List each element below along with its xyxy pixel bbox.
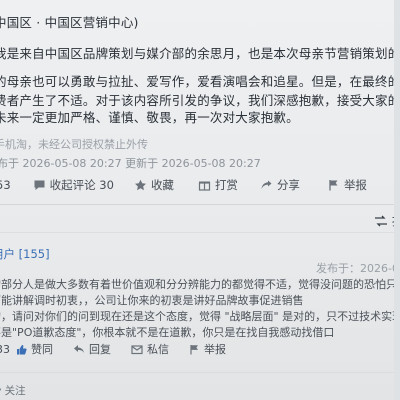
- comment-like-button[interactable]: 33 赞同: [0, 341, 53, 357]
- reply-label: 回复: [89, 343, 111, 356]
- comment-like-count: 33: [0, 342, 10, 356]
- comment-line-1: 的部分人是做大多数有着世价值观和分分辨能力的都觉得不适，觉得没问题的恐怕只有极端…: [0, 278, 400, 291]
- right-edge-panel: [394, 0, 400, 400]
- forum-screen: 中国区 · 中国区营销中心) 我是来自中国区品牌策划与媒介部的余思月，也是本次母…: [0, 0, 400, 400]
- share-label: 分享: [276, 178, 300, 192]
- comment-action-bar: 33 赞同 回复 私信 举报: [0, 341, 246, 357]
- sort-icon: [374, 215, 387, 226]
- post-line-2: 的母亲也可以勇敢与拉扯、爱写作，爱看演唱会和追星。但是，在最终的呈现上，由于缺乏…: [0, 74, 400, 89]
- message-label: 私信: [147, 343, 169, 356]
- flag-icon: [190, 344, 198, 354]
- favorite-label: 收藏: [150, 178, 174, 192]
- comment-line-3: 的，请问对你们的问到现在还是这个态度，觉得 "战略层面" 是对的，只不过技术实现…: [0, 310, 400, 323]
- like-button[interactable]: 53: [0, 178, 11, 192]
- follow-button[interactable]: ▾ 关注: [0, 383, 26, 398]
- report-label: 举报: [343, 178, 367, 192]
- post-action-bar: 53 收起评论 30 收藏 打赏 分享: [0, 176, 381, 194]
- mail-icon: [131, 344, 143, 354]
- reply-icon: [74, 344, 84, 353]
- reward-button[interactable]: 打赏: [198, 177, 238, 193]
- thumbs-up-icon: [17, 344, 27, 354]
- post-divider: [0, 204, 400, 205]
- comment-divider: [0, 372, 400, 373]
- commenter-name[interactable]: 用户 [155]: [0, 246, 50, 262]
- comment-icon: [34, 180, 45, 190]
- report-button[interactable]: 举报: [328, 177, 367, 193]
- share-icon: [261, 180, 272, 189]
- share-button[interactable]: 分享: [260, 177, 300, 193]
- comment-report-button[interactable]: 举报: [189, 341, 226, 357]
- comments-divider: [0, 232, 400, 233]
- favorite-button[interactable]: 收藏: [134, 177, 174, 193]
- copyright-note: 手机淘，未经公司授权禁止外传: [0, 138, 148, 151]
- author-dept-line: 中国区 · 中国区营销中心): [0, 15, 139, 30]
- post-line-4: 未来一定更加严格、谨慎、敬畏，再一次对大家抱歉。: [0, 110, 299, 125]
- like-count: 53: [0, 178, 11, 192]
- post-line-1: 我是来自中国区品牌策划与媒介部的余思月，也是本次母亲节营销策划的负责人。我们策划…: [0, 46, 400, 61]
- collapse-comments-button[interactable]: 收起评论 30: [33, 177, 114, 193]
- star-icon: [134, 179, 146, 191]
- reply-button[interactable]: 回复: [73, 341, 111, 357]
- reward-label: 打赏: [214, 178, 238, 192]
- comment-report-label: 举报: [204, 343, 226, 356]
- follow-label: 关注: [4, 385, 26, 397]
- comment-date: 发布于：2026-05: [316, 262, 400, 275]
- comment-line-2: 可能讲解调时初衷，，公司让你来的初衷是讲好品牌故事促进销售: [0, 294, 304, 307]
- post-timestamps: 发布于 2026-05-08 20:27 更新于 2026-05-08 20:2…: [0, 157, 261, 170]
- message-button[interactable]: 私信: [131, 341, 169, 357]
- flag-icon: [329, 180, 338, 191]
- agree-label: 赞同: [31, 343, 53, 356]
- gift-icon: [198, 181, 211, 191]
- comment-line-4: 不是"PO道歉态度"，你根本就不是在道歉，你只是在找自我感动找借口: [0, 326, 335, 339]
- collapse-comments-label: 收起评论 30: [49, 178, 114, 192]
